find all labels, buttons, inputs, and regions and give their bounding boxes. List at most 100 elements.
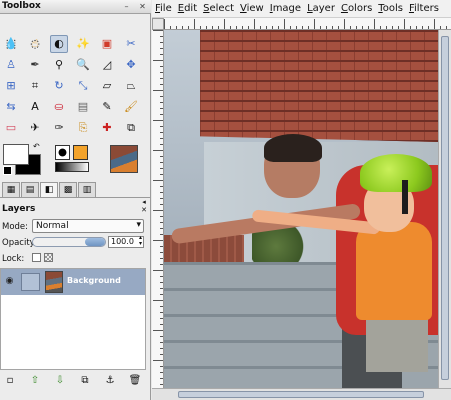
ruler-tick xyxy=(153,210,163,211)
vertical-scroll-thumb[interactable] xyxy=(441,36,449,380)
zoom-icon[interactable]: 🔍 xyxy=(74,56,92,74)
menu-file[interactable]: File xyxy=(152,3,175,14)
dock-menu-icon[interactable]: ◂ ✕ xyxy=(140,198,148,214)
ruler-tick xyxy=(380,26,381,29)
lock-alpha-checkbox[interactable] xyxy=(44,253,53,262)
raise-layer-icon[interactable]: ⇧ xyxy=(27,374,43,388)
gradient-preview[interactable] xyxy=(55,162,89,172)
tab-paths[interactable]: ▩ xyxy=(59,182,77,197)
layer-name[interactable]: Background xyxy=(67,276,121,285)
ruler-tick xyxy=(160,132,163,133)
menu-colors[interactable]: Colors xyxy=(338,3,375,14)
pencil-icon[interactable]: ✎ xyxy=(98,98,116,116)
menu-image[interactable]: Image xyxy=(267,3,304,14)
tab-tool-options[interactable]: ▦ xyxy=(2,182,20,197)
paths-icon[interactable]: ✒ xyxy=(26,56,44,74)
new-layer-icon[interactable]: ▫ xyxy=(2,374,18,388)
ruler-tick xyxy=(160,306,163,307)
ruler-corner-button[interactable] xyxy=(152,18,164,30)
move-icon[interactable]: ✥ xyxy=(122,56,140,74)
ruler-tick xyxy=(278,26,279,29)
menu-filters[interactable]: Filters xyxy=(406,3,442,14)
horizontal-scrollbar[interactable] xyxy=(152,388,451,400)
ruler-tick xyxy=(446,26,447,29)
ruler-tick xyxy=(160,348,163,349)
blur-icon[interactable]: 💧 xyxy=(2,35,20,53)
perspective-clone-icon[interactable]: ⧉ xyxy=(122,119,140,137)
rotate-icon[interactable]: ↻ xyxy=(50,77,68,95)
dodge-burn-icon[interactable]: ◐ xyxy=(50,35,68,53)
opacity-slider[interactable] xyxy=(32,237,106,247)
airbrush-icon[interactable]: ✈ xyxy=(26,119,44,137)
swap-colors-icon[interactable]: ↶ xyxy=(33,142,40,151)
ruler-tick xyxy=(242,26,243,29)
anchor-layer-icon[interactable]: ⚓ xyxy=(102,374,118,388)
spin-arrows-icon[interactable]: ▴ ▾ xyxy=(139,235,142,247)
shear-icon[interactable]: ▱ xyxy=(98,77,116,95)
foreground-select-icon[interactable]: ♙ xyxy=(2,56,20,74)
image-window: File Edit Select View Image Layer Colors Tools F… xyxy=(152,0,451,400)
toolbox-titlebar[interactable]: Toolbox – ✕ xyxy=(0,0,151,14)
opacity-spinbutton[interactable]: 100.0 ▴ ▾ xyxy=(108,235,144,248)
color-select-icon[interactable]: ▣ xyxy=(98,35,116,53)
tab-channels[interactable]: ◧ xyxy=(40,182,58,197)
layer-row[interactable]: ◉ Background xyxy=(1,269,145,295)
ruler-tick xyxy=(160,48,163,49)
pattern-preview[interactable] xyxy=(73,145,88,160)
duplicate-layer-icon[interactable]: ⧉ xyxy=(77,374,93,388)
menu-select[interactable]: Select xyxy=(200,3,237,14)
delete-layer-icon[interactable]: 🗑 xyxy=(127,374,143,388)
ruler-tick xyxy=(248,26,249,29)
horizontal-scroll-thumb[interactable] xyxy=(178,391,424,398)
ruler-tick xyxy=(194,19,195,29)
ruler-tick xyxy=(153,300,163,301)
menu-layer[interactable]: Layer xyxy=(304,3,338,14)
brush-preview[interactable] xyxy=(55,145,70,160)
measure-icon[interactable]: ◿ xyxy=(98,56,116,74)
smudge-icon[interactable]: ☝ xyxy=(26,35,44,53)
vertical-ruler[interactable] xyxy=(152,30,164,388)
scissors-icon[interactable]: ✂ xyxy=(122,35,140,53)
lock-pixels-checkbox[interactable] xyxy=(32,253,41,262)
menu-view[interactable]: View xyxy=(237,3,267,14)
menu-edit[interactable]: Edit xyxy=(175,3,200,14)
blend-icon[interactable]: ▤ xyxy=(74,98,92,116)
ruler-tick xyxy=(392,26,393,29)
flip-icon[interactable]: ⇆ xyxy=(2,98,20,116)
heal-icon[interactable]: ✚ xyxy=(98,119,116,137)
fuzzy-select-icon[interactable]: ✨ xyxy=(74,35,92,53)
layers-title: Layers xyxy=(2,204,36,214)
minimize-icon[interactable]: – xyxy=(122,2,131,11)
align-icon[interactable]: ⊞ xyxy=(2,77,20,95)
ruler-tick xyxy=(160,222,163,223)
tab-undo[interactable]: ▥ xyxy=(78,182,96,197)
ruler-tick xyxy=(160,216,163,217)
fg-bg-colors[interactable]: ↶ xyxy=(3,142,43,175)
scale-icon[interactable]: ⤡ xyxy=(74,77,92,95)
color-picker-icon[interactable]: ⚲ xyxy=(50,56,68,74)
perspective-icon[interactable]: ⏢ xyxy=(122,77,140,95)
tab-layers-doc[interactable]: ▤ xyxy=(21,182,39,197)
ruler-tick xyxy=(160,318,163,319)
mode-select[interactable]: Normal ▾ xyxy=(32,219,144,233)
clone-icon[interactable]: ⎘ xyxy=(74,119,92,137)
crop-icon[interactable]: ⌗ xyxy=(26,77,44,95)
layer-link-toggle[interactable] xyxy=(21,273,40,291)
menu-tools[interactable]: Tools xyxy=(375,3,406,14)
active-image-thumbnail[interactable] xyxy=(110,145,138,173)
paintbrush-icon[interactable]: 🖌 xyxy=(122,98,140,116)
image-canvas[interactable] xyxy=(164,30,438,388)
layers-header: Layers ◂ ✕ xyxy=(0,198,151,216)
ruler-tick xyxy=(160,162,163,163)
eraser-icon[interactable]: ▭ xyxy=(2,119,20,137)
close-icon[interactable]: ✕ xyxy=(138,2,147,11)
foreground-color-swatch[interactable] xyxy=(3,144,29,165)
eye-icon[interactable]: ◉ xyxy=(4,276,15,287)
reset-colors-icon[interactable] xyxy=(3,166,12,175)
ink-icon[interactable]: ✑ xyxy=(50,119,68,137)
bucket-fill-icon[interactable]: ⛀ xyxy=(50,98,68,116)
text-icon[interactable]: A xyxy=(26,98,44,116)
horizontal-ruler[interactable] xyxy=(164,18,451,30)
vertical-scrollbar[interactable] xyxy=(438,30,451,388)
lower-layer-icon[interactable]: ⇩ xyxy=(52,374,68,388)
